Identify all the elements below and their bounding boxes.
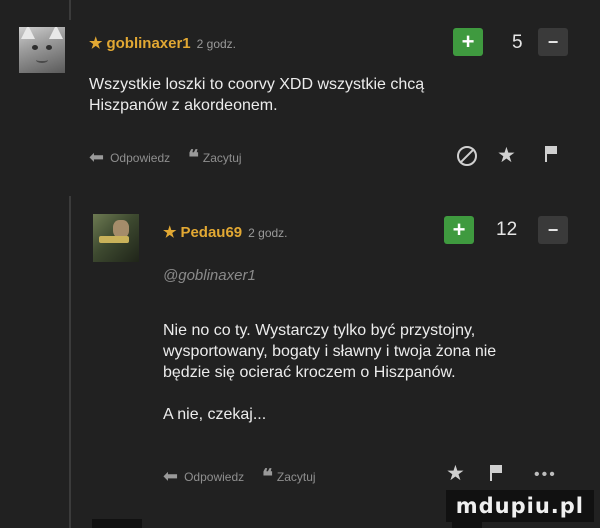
- star-icon: ★: [89, 35, 103, 52]
- author-name[interactable]: Pedau69: [180, 224, 242, 241]
- avatar[interactable]: [19, 27, 65, 73]
- thread-line: [69, 0, 71, 20]
- report-flag-icon[interactable]: [545, 146, 557, 162]
- comment-author[interactable]: ★ goblinaxer1 2 godz.: [89, 34, 236, 52]
- comment-actions: ⬅ Odpowiedz ❝ Zacytuj: [89, 145, 242, 170]
- comment-extra-text: A nie, czekaj...: [163, 406, 267, 423]
- reply-icon[interactable]: ⬅: [163, 466, 178, 487]
- reply-link[interactable]: Odpowiedz: [184, 470, 244, 484]
- favorite-star-icon[interactable]: ★: [446, 461, 465, 486]
- comment-time: 2 godz.: [248, 226, 288, 240]
- comment-actions: ⬅ Odpowiedz ❝ Zacytuj: [163, 464, 316, 489]
- quote-link[interactable]: Zacytuj: [203, 151, 242, 165]
- report-flag-icon[interactable]: [490, 465, 502, 481]
- quote-link[interactable]: Zacytuj: [277, 470, 316, 484]
- comment-text: Nie no co ty. Wystarczy tylko być przyst…: [163, 320, 496, 383]
- star-icon: ★: [163, 224, 177, 241]
- downvote-button[interactable]: −: [538, 28, 568, 56]
- comment-line: Nie no co ty. Wystarczy tylko być przyst…: [163, 322, 476, 339]
- next-avatar-edge: [92, 519, 142, 528]
- upvote-button[interactable]: +: [453, 28, 483, 56]
- thread-line: [69, 196, 71, 528]
- block-icon[interactable]: [457, 146, 477, 166]
- downvote-button[interactable]: −: [538, 216, 568, 244]
- upvote-button[interactable]: +: [444, 216, 474, 244]
- comment-line: wysportowany, bogaty i sławny i twoja żo…: [163, 343, 497, 360]
- watermark-logo: mdupiu.pl: [445, 490, 594, 522]
- quote-icon[interactable]: ❝: [188, 145, 199, 170]
- favorite-star-icon[interactable]: ★: [497, 143, 516, 168]
- comment-text: Wszystkie loszki to coorvy XDD wszystkie…: [89, 74, 424, 116]
- reply-link[interactable]: Odpowiedz: [110, 151, 170, 165]
- more-options-icon[interactable]: •••: [534, 466, 557, 484]
- comment-author[interactable]: ★ Pedau69 2 godz.: [163, 223, 288, 241]
- reply-icon[interactable]: ⬅: [89, 147, 104, 168]
- author-name[interactable]: goblinaxer1: [106, 35, 190, 52]
- vote-count: 5: [512, 32, 523, 53]
- quote-icon[interactable]: ❝: [262, 464, 273, 489]
- vote-count: 12: [496, 219, 518, 240]
- comment-line: Hiszpanów z akordeonem.: [89, 97, 278, 114]
- avatar[interactable]: [93, 214, 139, 262]
- comment-line: będzie się ocierać kroczem o Hiszpanów.: [163, 364, 456, 381]
- comment-line: Wszystkie loszki to coorvy XDD wszystkie…: [89, 76, 425, 93]
- comment-time: 2 godz.: [196, 37, 237, 51]
- user-mention[interactable]: @goblinaxer1: [163, 267, 256, 284]
